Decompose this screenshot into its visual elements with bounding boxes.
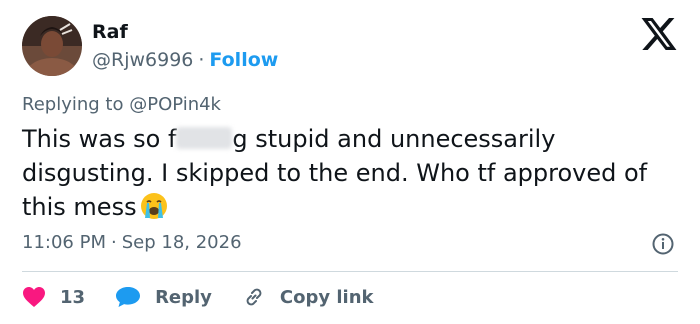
replying-to-mention[interactable]: @POPin4k (129, 94, 221, 115)
author-handle[interactable]: @Rjw6996 (92, 49, 193, 71)
author-name[interactable]: Raf (92, 21, 128, 43)
avatar-image (22, 16, 82, 76)
author-handle-row: @Rjw6996 · Follow (92, 49, 278, 71)
reply-label: Reply (155, 286, 212, 308)
tweet-text-part1: This was so f (22, 125, 177, 153)
copy-link-label: Copy link (279, 286, 374, 308)
separator-dot: · (198, 49, 205, 71)
reply-button[interactable]: Reply (115, 286, 212, 308)
separator-dot: · (110, 232, 117, 253)
divider (22, 271, 678, 272)
x-logo-icon[interactable] (641, 18, 677, 50)
tweet-timestamp[interactable]: 11:06 PM · Sep 18, 2026 (22, 232, 242, 253)
action-bar: 13 Reply Copy link (22, 282, 404, 312)
reply-bubble-icon (116, 287, 141, 307)
avatar[interactable] (22, 16, 82, 76)
tweet-text: This was so fg stupid and unnecessarily … (22, 122, 682, 230)
link-icon (246, 288, 262, 306)
like-button[interactable]: 13 (22, 286, 85, 308)
censor-blur (176, 127, 233, 149)
loudly-crying-face-icon (139, 191, 169, 230)
follow-button[interactable]: Follow (209, 49, 278, 71)
info-icon[interactable] (651, 232, 675, 256)
like-count: 13 (60, 286, 86, 308)
tweet-time: 11:06 PM (22, 232, 106, 253)
replying-to-prefix: Replying to (22, 94, 124, 115)
copy-link-button[interactable]: Copy link (242, 285, 374, 309)
tweet-date: Sep 18, 2026 (121, 232, 242, 253)
replying-to: Replying to @POPin4k (22, 94, 221, 115)
heart-icon (23, 287, 45, 307)
